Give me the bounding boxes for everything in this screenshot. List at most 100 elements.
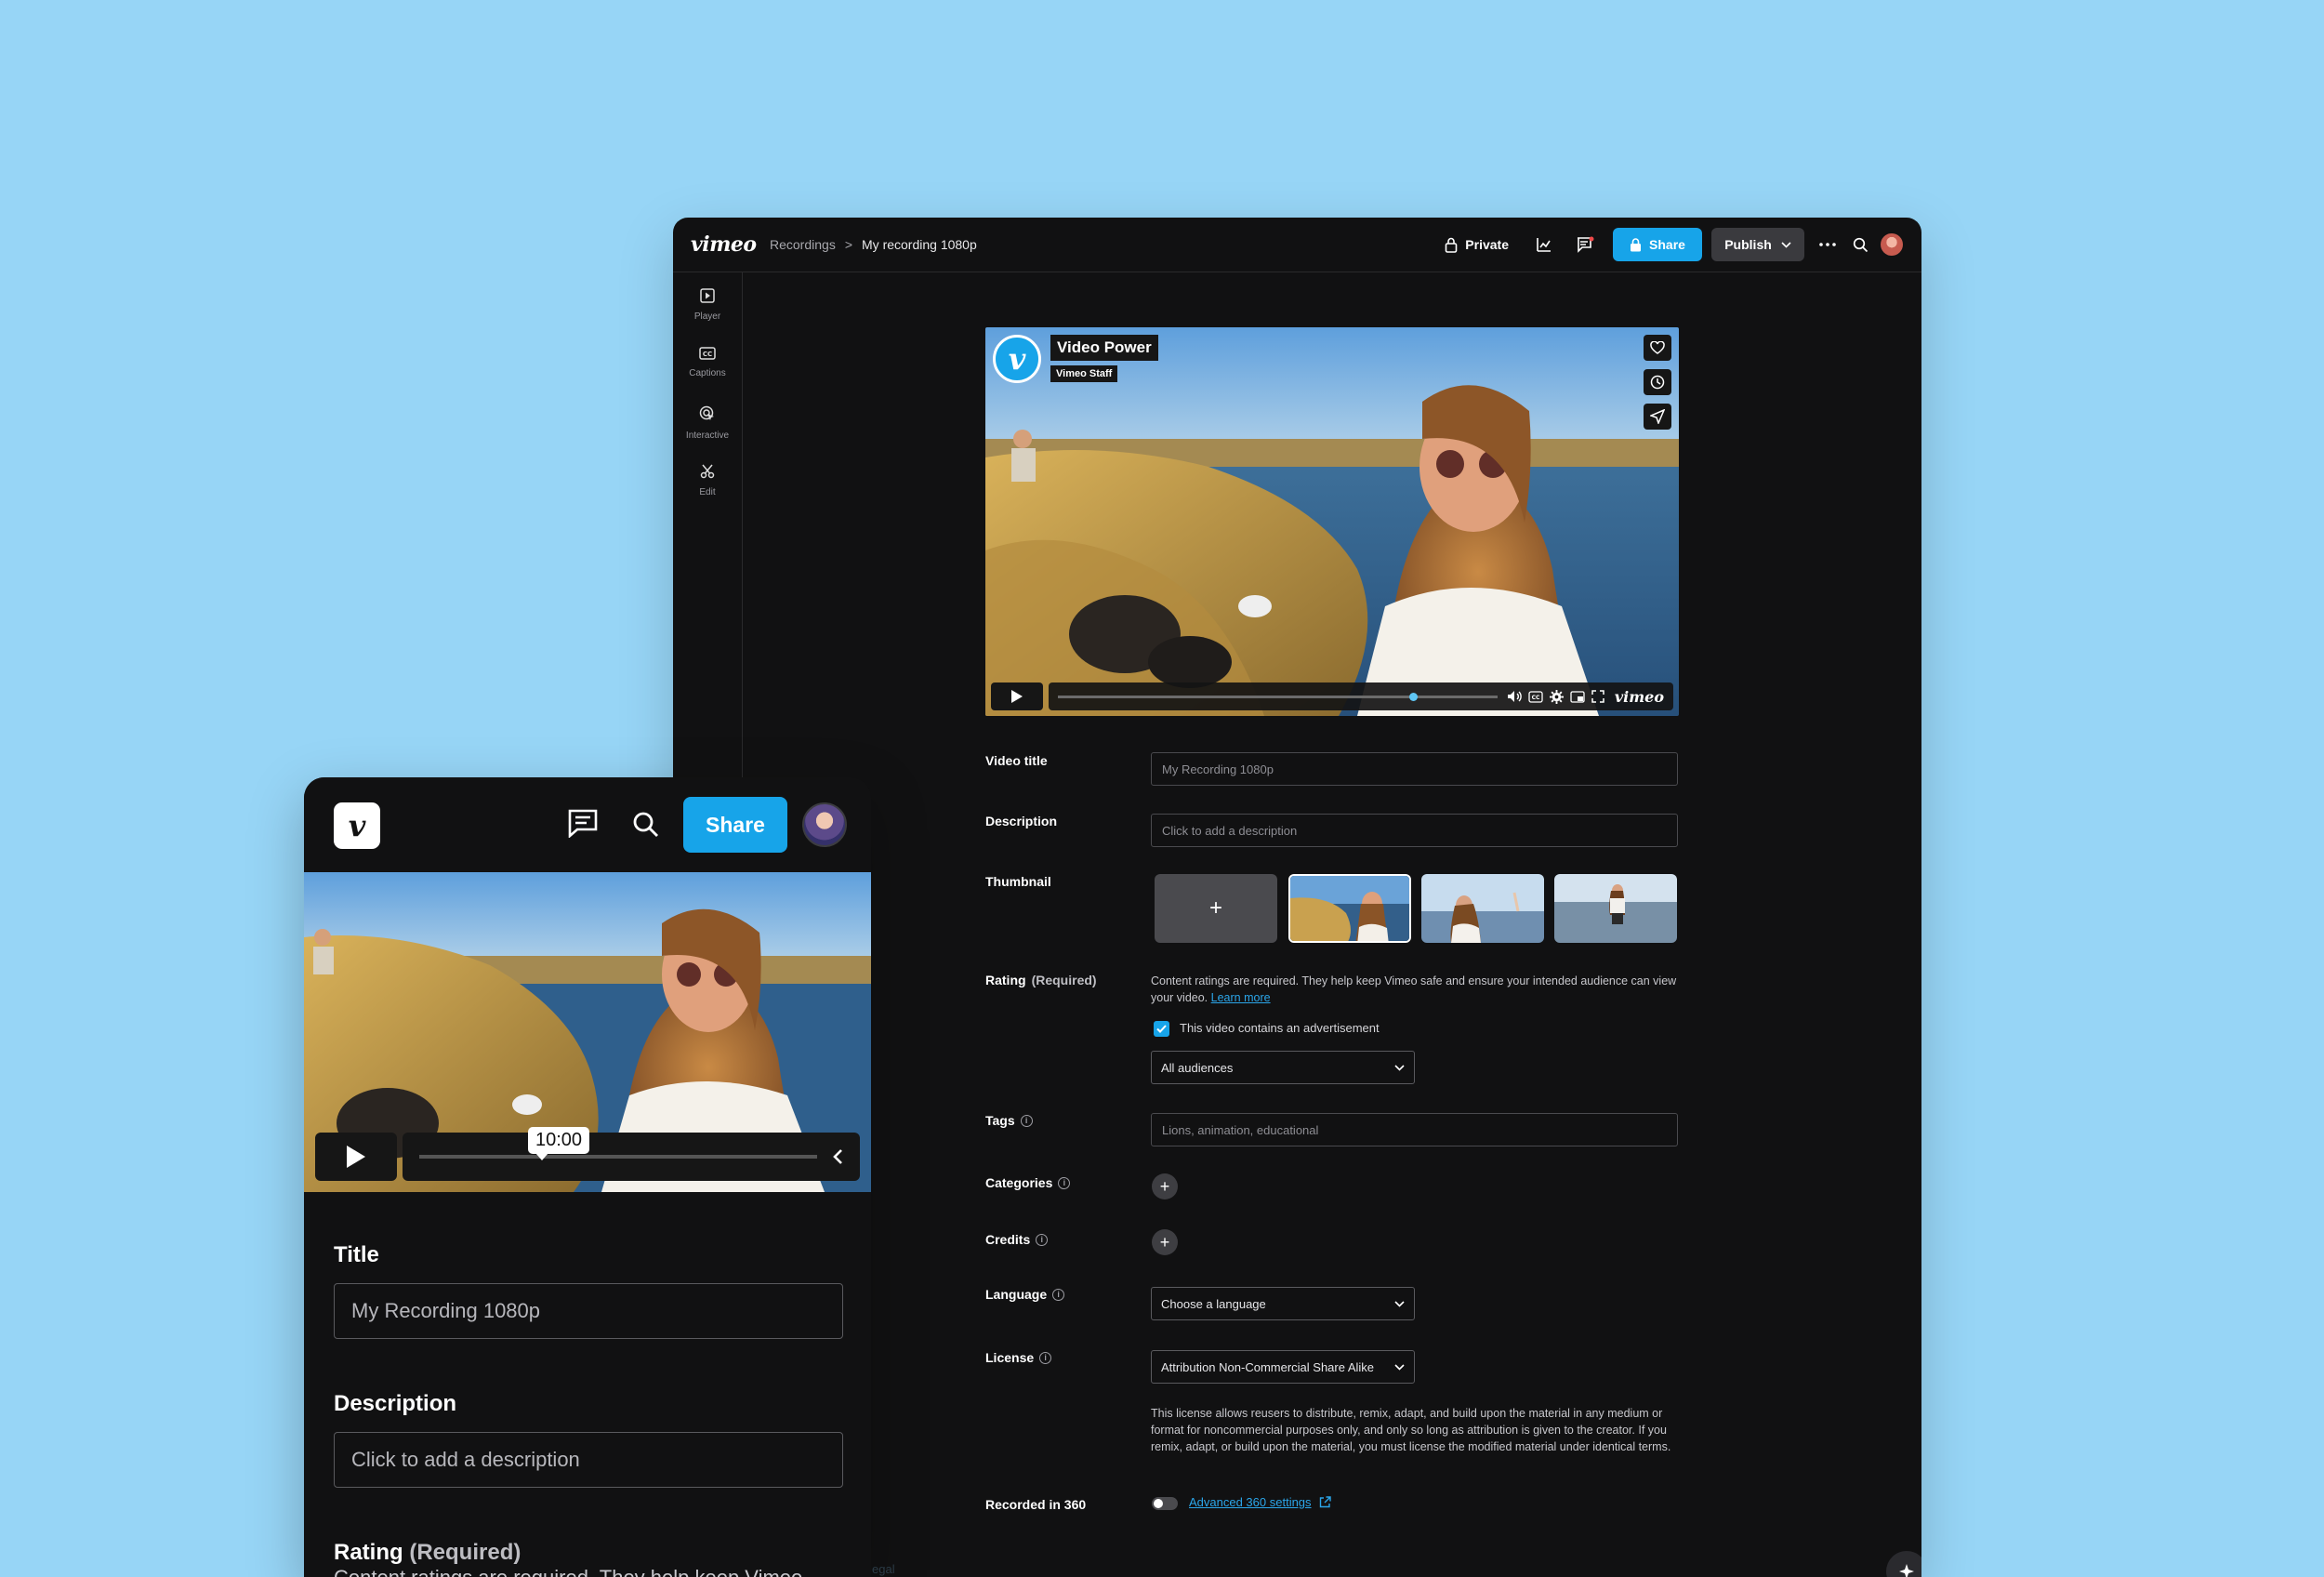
comment-icon [1578,236,1594,253]
share-button[interactable]: Share [683,797,787,853]
thumbnail-image [1554,874,1677,943]
comments-button[interactable] [1572,232,1598,258]
progress-knob[interactable] [1409,692,1419,701]
thumbnail-label-text: Thumbnail [985,874,1051,889]
info-icon[interactable]: i [1058,1176,1071,1189]
video-player[interactable]: v Video Power Vimeo Staff CC vimeo [985,327,1679,716]
publish-button[interactable]: Publish [1711,228,1804,261]
cc-icon[interactable]: CC [1528,690,1543,703]
comments-button[interactable] [567,808,599,842]
mobile-top-bar: v Share [304,777,871,872]
thumbnail-option-1[interactable] [1288,874,1411,943]
like-button[interactable] [1644,335,1671,361]
video-title-label: Video title [985,753,1048,768]
categories-label: Categories i [985,1175,1071,1190]
advanced-360-link[interactable]: Advanced 360 settings [1189,1495,1331,1509]
share-button[interactable]: Share [1613,228,1702,261]
progress-track[interactable] [1058,692,1498,701]
breadcrumb-recordings[interactable]: Recordings [770,237,836,252]
sidebar-item-label: Edit [699,487,716,497]
sidebar-item-label: Captions [689,368,726,378]
sidebar-item-captions[interactable]: CC Captions [673,347,742,378]
privacy-button[interactable]: Private [1445,237,1509,253]
time-tooltip: 10:00 [528,1127,590,1160]
channel-badge[interactable]: v Video Power Vimeo Staff [993,335,1158,383]
sidebar-item-interactive[interactable]: Interactive [673,405,742,441]
user-avatar[interactable] [802,802,847,847]
more-dots-icon [1819,243,1836,246]
chevron-left-icon[interactable] [832,1148,843,1165]
description-label-text: Description [985,814,1058,828]
search-button[interactable] [632,811,660,843]
audience-select[interactable]: All audiences [1151,1051,1415,1084]
more-button[interactable] [1814,243,1842,246]
lock-icon [1445,237,1458,253]
info-icon[interactable]: i [1052,1288,1065,1301]
play-square-icon [700,288,715,303]
svg-text:CC: CC [703,351,712,358]
license-select[interactable]: Attribution Non-Commercial Share Alike [1151,1350,1415,1384]
chevron-down-icon [1394,1064,1405,1071]
comment-icon [568,809,598,839]
plus-icon: + [1159,1232,1170,1252]
sidebar-item-player[interactable]: Player [673,288,742,322]
thumbnail-label: Thumbnail [985,874,1051,889]
language-label-text: Language [985,1287,1048,1302]
gear-icon[interactable] [1549,689,1564,704]
description-input[interactable]: Click to add a description [1151,814,1678,847]
mobile-player-bar: 10:00 [403,1127,860,1181]
header-actions: Private Share Publish [1445,228,1903,261]
advertisement-checkbox[interactable] [1154,1021,1169,1037]
play-button[interactable] [991,682,1043,710]
search-icon [633,812,658,837]
rating-label: Rating (Required) [334,1540,521,1566]
sidebar-item-label: Interactive [685,431,730,441]
rating-required: (Required) [409,1540,522,1565]
vimeo-logo[interactable]: vimeo [1615,688,1664,706]
title-input[interactable]: My Recording 1080p [334,1283,843,1339]
vimeo-v-logo[interactable]: v [334,802,380,849]
thumbnail-option-2[interactable] [1421,874,1544,943]
vimeo-logo[interactable]: vimeo [691,232,757,257]
play-icon [1011,690,1023,703]
info-icon[interactable]: i [1036,1233,1049,1246]
tags-label-text: Tags [985,1113,1015,1128]
thumbnail-option-3[interactable] [1554,874,1677,943]
add-thumbnail-button[interactable]: + [1155,874,1277,943]
sidebar-item-edit[interactable]: Edit [673,464,742,497]
user-avatar[interactable] [1881,233,1903,256]
legal-link[interactable]: egal [872,1562,895,1576]
search-button[interactable] [1847,232,1873,258]
play-button[interactable] [315,1133,397,1181]
video-frame [985,327,1679,716]
tags-input[interactable]: Lions, animation, educational [1151,1113,1678,1146]
fullscreen-icon[interactable] [1591,690,1604,703]
watch-later-button[interactable] [1644,369,1671,395]
lock-icon [1631,237,1642,251]
interactive-icon [699,405,714,420]
video-title-input[interactable]: My Recording 1080p [1151,752,1678,786]
analytics-button[interactable] [1531,232,1557,258]
info-icon[interactable]: i [1020,1114,1033,1127]
checkmark-icon [1156,1025,1167,1033]
progress-track[interactable]: 10:00 [419,1127,817,1160]
picture-in-picture-icon[interactable] [1570,690,1585,703]
language-select[interactable]: Choose a language [1151,1287,1415,1320]
assistant-button[interactable] [1886,1551,1921,1577]
recorded360-toggle[interactable] [1152,1497,1178,1510]
description-input[interactable]: Click to add a description [334,1432,843,1488]
add-credit-button[interactable]: + [1152,1229,1178,1255]
send-button[interactable] [1644,404,1671,430]
license-value: Attribution Non-Commercial Share Alike [1161,1359,1375,1374]
mobile-video-player[interactable]: 10:00 [304,872,871,1192]
info-icon[interactable]: i [1039,1351,1052,1364]
add-category-button[interactable]: + [1152,1173,1178,1199]
description-label: Description [334,1391,457,1416]
volume-icon[interactable] [1507,690,1522,703]
learn-more-link[interactable]: Learn more [1211,991,1271,1004]
search-icon [1853,237,1868,252]
sidebar-item-label: Player [693,311,721,322]
description-label: Description [985,814,1057,828]
language-label: Language i [985,1287,1065,1302]
rating-help: Content ratings are required. They help … [1151,973,1683,1006]
